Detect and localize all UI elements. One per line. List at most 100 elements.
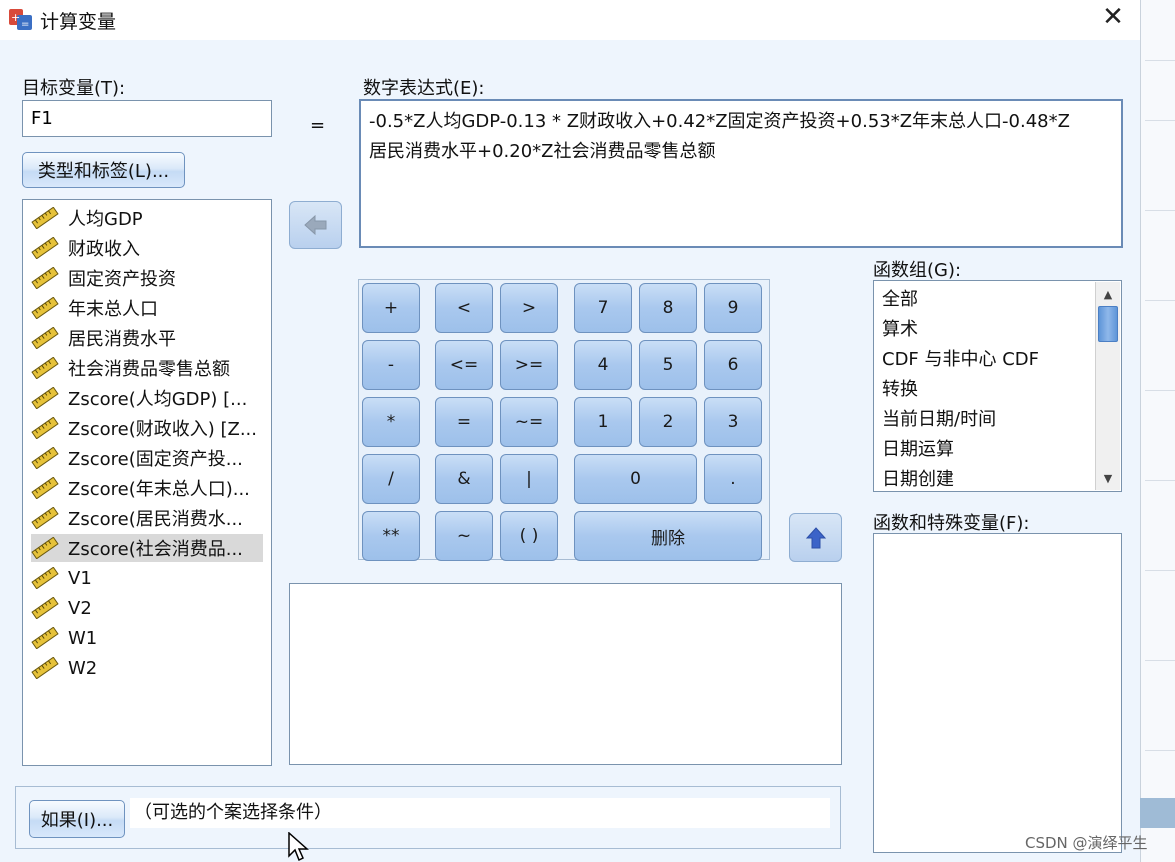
keypad-key[interactable]: <=: [435, 340, 493, 390]
variable-name: Zscore(社会消费品...: [68, 539, 243, 560]
keypad-key[interactable]: &: [435, 454, 493, 504]
ruler-icon: [31, 626, 59, 650]
variable-name: W2: [68, 657, 98, 679]
variable-name: W1: [68, 627, 98, 649]
scroll-up-icon[interactable]: ▲: [1096, 284, 1120, 304]
variable-name: Zscore(固定资产投...: [68, 449, 243, 470]
function-group-item[interactable]: 当前日期/时间: [882, 405, 996, 435]
variable-item[interactable]: Zscore(居民消费水...: [31, 504, 263, 532]
scroll-down-icon[interactable]: ▼: [1096, 468, 1120, 488]
variable-name: Zscore(人均GDP) [...: [68, 389, 248, 410]
variable-item[interactable]: Zscore(财政收入) [Z...: [31, 414, 263, 442]
variable-item[interactable]: 社会消费品零售总额: [31, 354, 263, 382]
expression-line-2: 居民消费水平+0.20*Z社会消费品零售总额: [369, 141, 716, 162]
variable-item[interactable]: 固定资产投资: [31, 264, 263, 292]
keypad-key[interactable]: 2: [639, 397, 697, 447]
function-group-item[interactable]: 全部: [882, 285, 918, 315]
variable-item[interactable]: Zscore(社会消费品...: [31, 534, 263, 562]
ruler-icon: [31, 476, 59, 500]
variable-item[interactable]: Zscore(年末总人口)...: [31, 474, 263, 502]
title-bar: + = 计算变量 ✕: [0, 0, 1140, 40]
if-button[interactable]: 如果(I)...: [29, 800, 125, 838]
ruler-icon: [31, 506, 59, 530]
compute-variable-dialog: + = 计算变量 ✕ 目标变量(T): = 类型和标签(L)... 人均GDP 财…: [0, 0, 1140, 862]
variable-item[interactable]: V2: [31, 594, 263, 622]
keypad-key[interactable]: 9: [704, 283, 762, 333]
variable-name: V1: [68, 567, 92, 589]
variable-item[interactable]: Zscore(固定资产投...: [31, 444, 263, 472]
window-title: 计算变量: [40, 11, 117, 33]
function-group-label: 函数组(G):: [873, 260, 962, 281]
watermark: CSDN @演绎平生: [1025, 834, 1148, 852]
keypad-key[interactable]: 4: [574, 340, 632, 390]
variable-item[interactable]: 居民消费水平: [31, 324, 263, 352]
ruler-icon: [31, 386, 59, 410]
keypad-key[interactable]: 8: [639, 283, 697, 333]
keypad-key[interactable]: 5: [639, 340, 697, 390]
keypad-key[interactable]: ( ): [500, 511, 558, 561]
close-icon[interactable]: ✕: [1096, 2, 1130, 34]
function-group-item[interactable]: 转换: [882, 375, 918, 405]
keypad-key[interactable]: >=: [500, 340, 558, 390]
keypad-key[interactable]: 6: [704, 340, 762, 390]
keypad-key[interactable]: 0: [574, 454, 697, 504]
svg-text:+: +: [11, 11, 20, 24]
ruler-icon: [31, 536, 59, 560]
expression-line-1: -0.5*Z人均GDP-0.13 * Z财政收入+0.42*Z固定资产投资+0.…: [369, 111, 1070, 132]
ruler-icon: [31, 236, 59, 260]
keypad-key[interactable]: ~=: [500, 397, 558, 447]
variable-name: 人均GDP: [68, 209, 143, 230]
variable-item[interactable]: 财政收入: [31, 234, 263, 262]
keypad-key[interactable]: 3: [704, 397, 762, 447]
arrow-up-icon: [805, 526, 826, 548]
app-icon: + =: [9, 9, 32, 30]
keypad-key[interactable]: 1: [574, 397, 632, 447]
move-function-up-button[interactable]: [789, 513, 842, 562]
function-group-item[interactable]: 日期运算: [882, 435, 954, 465]
variable-name: V2: [68, 597, 92, 619]
keypad-key[interactable]: >: [500, 283, 558, 333]
keypad-key[interactable]: =: [435, 397, 493, 447]
type-and-label-button[interactable]: 类型和标签(L)...: [22, 152, 185, 188]
ruler-icon: [31, 356, 59, 380]
variable-item[interactable]: V1: [31, 564, 263, 592]
variable-item[interactable]: W2: [31, 654, 263, 682]
expression-textarea[interactable]: -0.5*Z人均GDP-0.13 * Z财政收入+0.42*Z固定资产投资+0.…: [359, 99, 1123, 248]
variable-name: 居民消费水平: [68, 329, 176, 350]
variable-name: 社会消费品零售总额: [68, 359, 230, 380]
variable-item[interactable]: 年末总人口: [31, 294, 263, 322]
keypad-key[interactable]: .: [704, 454, 762, 504]
variable-item[interactable]: W1: [31, 624, 263, 652]
keypad-key[interactable]: +: [362, 283, 420, 333]
move-to-expression-button[interactable]: [289, 201, 342, 249]
mouse-cursor-icon: [288, 832, 309, 862]
keypad-key[interactable]: 删除: [574, 511, 762, 561]
variable-name: Zscore(年末总人口)...: [68, 479, 250, 500]
variable-item[interactable]: 人均GDP: [31, 204, 263, 232]
function-group-item[interactable]: CDF 与非中心 CDF: [882, 345, 1039, 375]
variable-list[interactable]: 人均GDP 财政收入 固定资产投资年末总人口居民消费水平社会消费品零售总额 Zscor…: [22, 199, 272, 766]
function-group-scrollbar[interactable]: ▲ ▼: [1095, 282, 1120, 490]
scrollbar-thumb[interactable]: [1098, 306, 1118, 342]
keypad-key[interactable]: <: [435, 283, 493, 333]
keypad-key[interactable]: **: [362, 511, 420, 561]
keypad-key[interactable]: /: [362, 454, 420, 504]
if-condition-field: （可选的个案选择条件）: [130, 798, 830, 828]
function-group-item[interactable]: 算术: [882, 315, 918, 345]
expression-label: 数字表达式(E):: [363, 78, 485, 99]
keypad-key[interactable]: ~: [435, 511, 493, 561]
variable-item[interactable]: Zscore(人均GDP) [...: [31, 384, 263, 412]
function-group-list[interactable]: 全部 算术 CDF 与非中心 CDF 转换 当前日期/时间 日期运算 日期创建: [873, 280, 1122, 492]
variable-name: 年末总人口: [68, 299, 158, 320]
variable-name: Zscore(财政收入) [Z...: [68, 419, 257, 440]
keypad-key[interactable]: 7: [574, 283, 632, 333]
background-window-edge: [1140, 0, 1175, 862]
ruler-icon: [31, 656, 59, 680]
equals-sign: =: [310, 115, 326, 136]
keypad-key[interactable]: *: [362, 397, 420, 447]
keypad-key[interactable]: -: [362, 340, 420, 390]
function-group-item[interactable]: 日期创建: [882, 465, 954, 491]
target-variable-input[interactable]: [22, 100, 272, 137]
special-variables-list[interactable]: [873, 533, 1122, 853]
keypad-key[interactable]: |: [500, 454, 558, 504]
